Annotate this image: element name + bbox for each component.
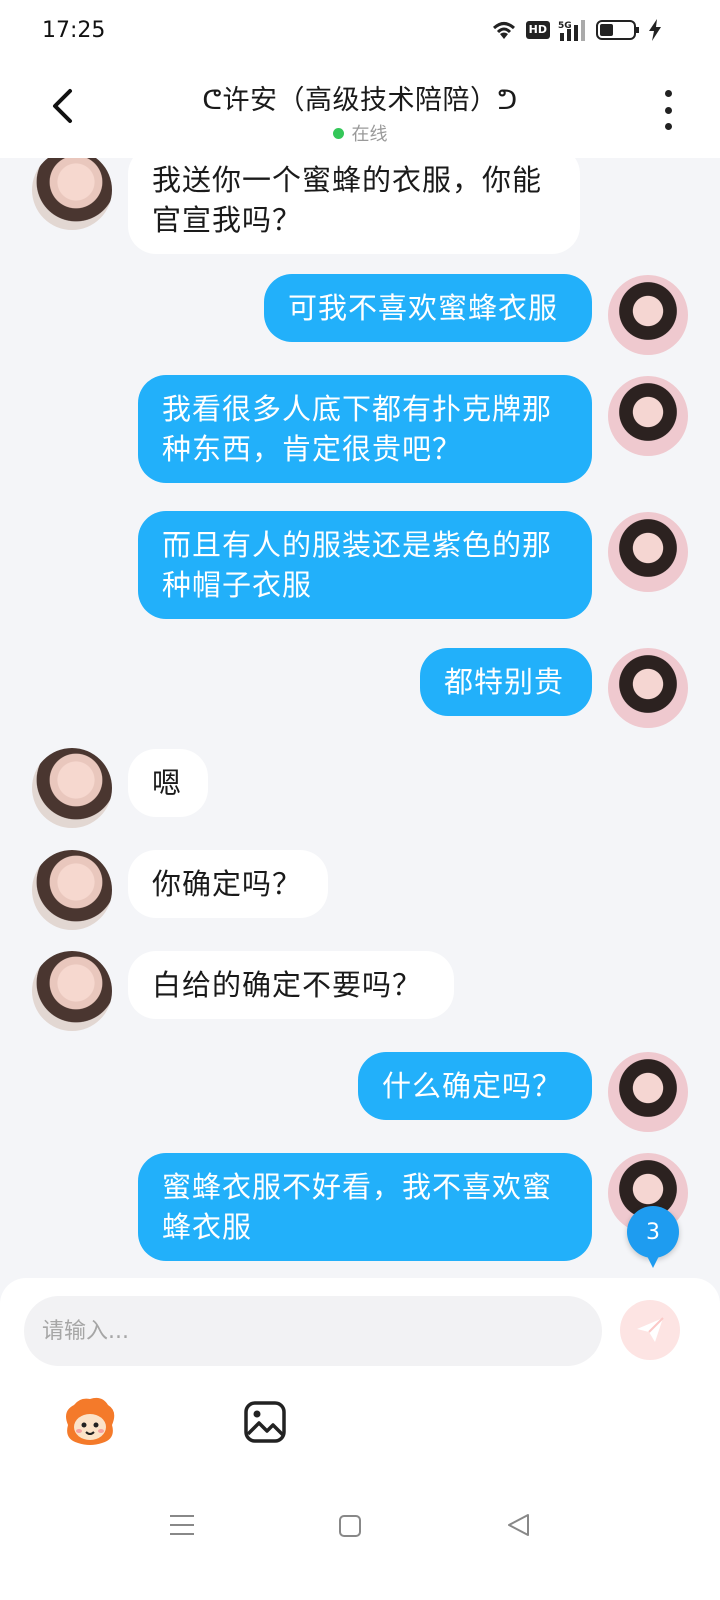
message-text: 我送你一个蜜蜂的衣服，你能 <box>152 163 543 197</box>
battery-icon <box>596 20 639 40</box>
emoji-button[interactable] <box>60 1395 120 1447</box>
my-avatar[interactable] <box>608 376 688 456</box>
message-bubble-incoming[interactable]: 嗯 <box>128 749 208 817</box>
unread-count-badge[interactable]: 3 <box>627 1206 679 1268</box>
chat-header: ᕦ许安（高级技术陪陪）ᕤ 在线 <box>0 62 720 158</box>
more-options-button[interactable] <box>656 90 680 130</box>
menu-icon <box>170 1515 194 1535</box>
message-text: 而且有人的服装还是紫色的那 <box>162 528 553 562</box>
home-button[interactable] <box>338 1514 362 1542</box>
more-dot-icon <box>664 106 672 114</box>
system-back-button[interactable] <box>506 1513 530 1541</box>
message-text: 什么确定吗？ <box>382 1069 563 1103</box>
more-dot-icon <box>664 123 672 130</box>
more-dot-icon <box>664 90 672 97</box>
message-text: 种东西，肯定很贵吧？ <box>162 432 463 466</box>
message-bubble-outgoing[interactable]: 可我不喜欢蜜蜂衣服 <box>264 274 592 342</box>
status-time: 17:25 <box>42 18 106 43</box>
message-text: 蜂衣服 <box>162 1210 253 1244</box>
online-status-label: 在线 <box>351 124 388 145</box>
mascot-emoji-icon <box>66 1397 115 1445</box>
message-text: 蜜蜂衣服不好看，我不喜欢蜜 <box>162 1170 553 1204</box>
my-avatar[interactable] <box>608 648 688 728</box>
send-button[interactable] <box>620 1300 680 1360</box>
message-text: 种帽子衣服 <box>162 568 313 602</box>
send-icon <box>637 1317 664 1342</box>
message-bubble-outgoing[interactable]: 蜜蜂衣服不好看，我不喜欢蜜 蜂衣服 <box>138 1153 592 1261</box>
status-icons: HD 5G <box>490 19 662 41</box>
hd-icon: HD <box>525 21 550 39</box>
online-status: 在线 <box>0 120 720 146</box>
message-bubble-incoming[interactable]: 白给的确定不要吗？ <box>128 951 454 1019</box>
signal-icon: 5G <box>558 20 585 41</box>
message-bubble-outgoing[interactable]: 什么确定吗？ <box>358 1052 592 1120</box>
online-dot-icon <box>332 128 344 139</box>
my-avatar[interactable] <box>608 275 688 355</box>
message-bubble-outgoing[interactable]: 而且有人的服装还是紫色的那 种帽子衣服 <box>138 511 592 619</box>
message-bubble-incoming[interactable]: 你确定吗？ <box>128 850 328 918</box>
message-bubble-incoming[interactable]: 我送你一个蜜蜂的衣服，你能 官宣我吗？ <box>128 158 580 254</box>
wifi-icon <box>492 22 515 39</box>
system-navigation-bar <box>0 1480 720 1600</box>
message-text: 白给的确定不要吗？ <box>152 968 423 1002</box>
message-text: 你确定吗？ <box>152 867 303 901</box>
contact-avatar[interactable] <box>32 748 112 828</box>
message-text: 官宣我吗？ <box>152 203 303 237</box>
message-text: 我看很多人底下都有扑克牌那 <box>162 392 553 426</box>
message-bubble-outgoing[interactable]: 都特别贵 <box>420 648 592 716</box>
message-list[interactable]: 我送你一个蜜蜂的衣服，你能 官宣我吗？ 可我不喜欢蜜蜂衣服 我看很多人底下都有扑… <box>0 158 720 1306</box>
my-avatar[interactable] <box>608 512 688 592</box>
charging-icon <box>649 19 661 41</box>
triangle-back-icon <box>508 1514 529 1536</box>
contact-avatar[interactable] <box>32 951 112 1031</box>
image-picker-button[interactable] <box>243 1400 287 1444</box>
square-icon <box>339 1515 361 1537</box>
recent-apps-button[interactable] <box>170 1513 194 1541</box>
image-icon <box>244 1401 286 1443</box>
contact-name: ᕦ许安（高级技术陪陪）ᕤ <box>202 85 518 116</box>
message-text: 嗯 <box>152 766 183 800</box>
message-input[interactable] <box>24 1296 602 1366</box>
message-text: 可我不喜欢蜜蜂衣服 <box>288 291 559 325</box>
status-bar: 17:25 HD 5G <box>0 0 720 62</box>
message-text: 都特别贵 <box>444 665 565 699</box>
message-bubble-outgoing[interactable]: 我看很多人底下都有扑克牌那 种东西，肯定很贵吧？ <box>138 375 592 483</box>
my-avatar[interactable] <box>608 1052 688 1132</box>
contact-avatar[interactable] <box>32 158 112 230</box>
contact-avatar[interactable] <box>32 850 112 930</box>
